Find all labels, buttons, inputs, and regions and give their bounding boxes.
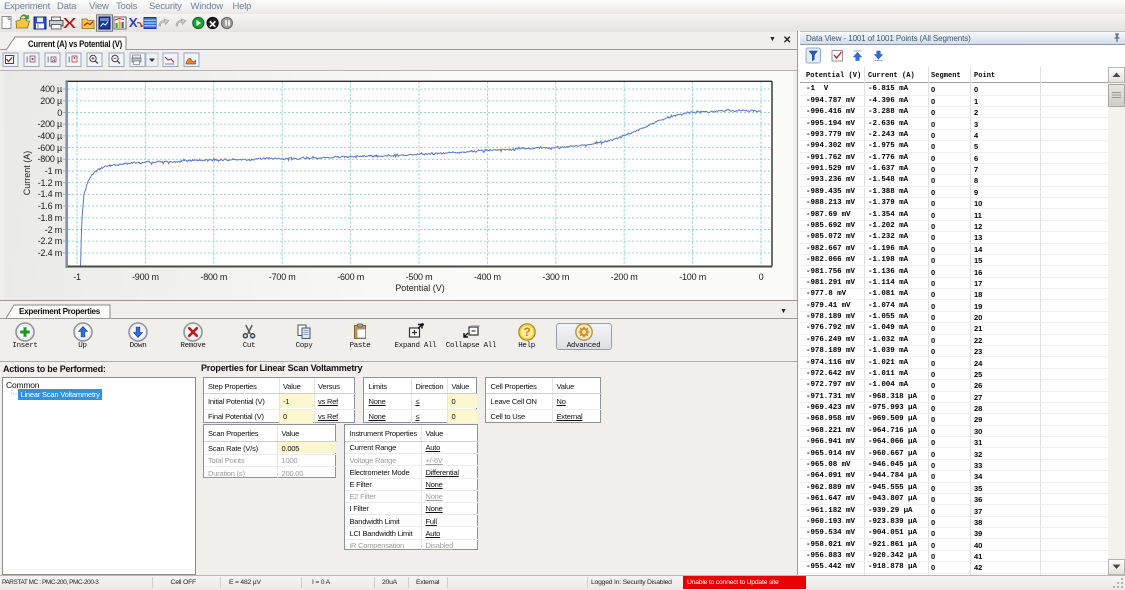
svg-text:I: I	[68, 56, 70, 65]
svg-text:?: ?	[523, 325, 530, 339]
svg-text:I: I	[47, 56, 49, 65]
svg-text:I: I	[26, 56, 28, 65]
